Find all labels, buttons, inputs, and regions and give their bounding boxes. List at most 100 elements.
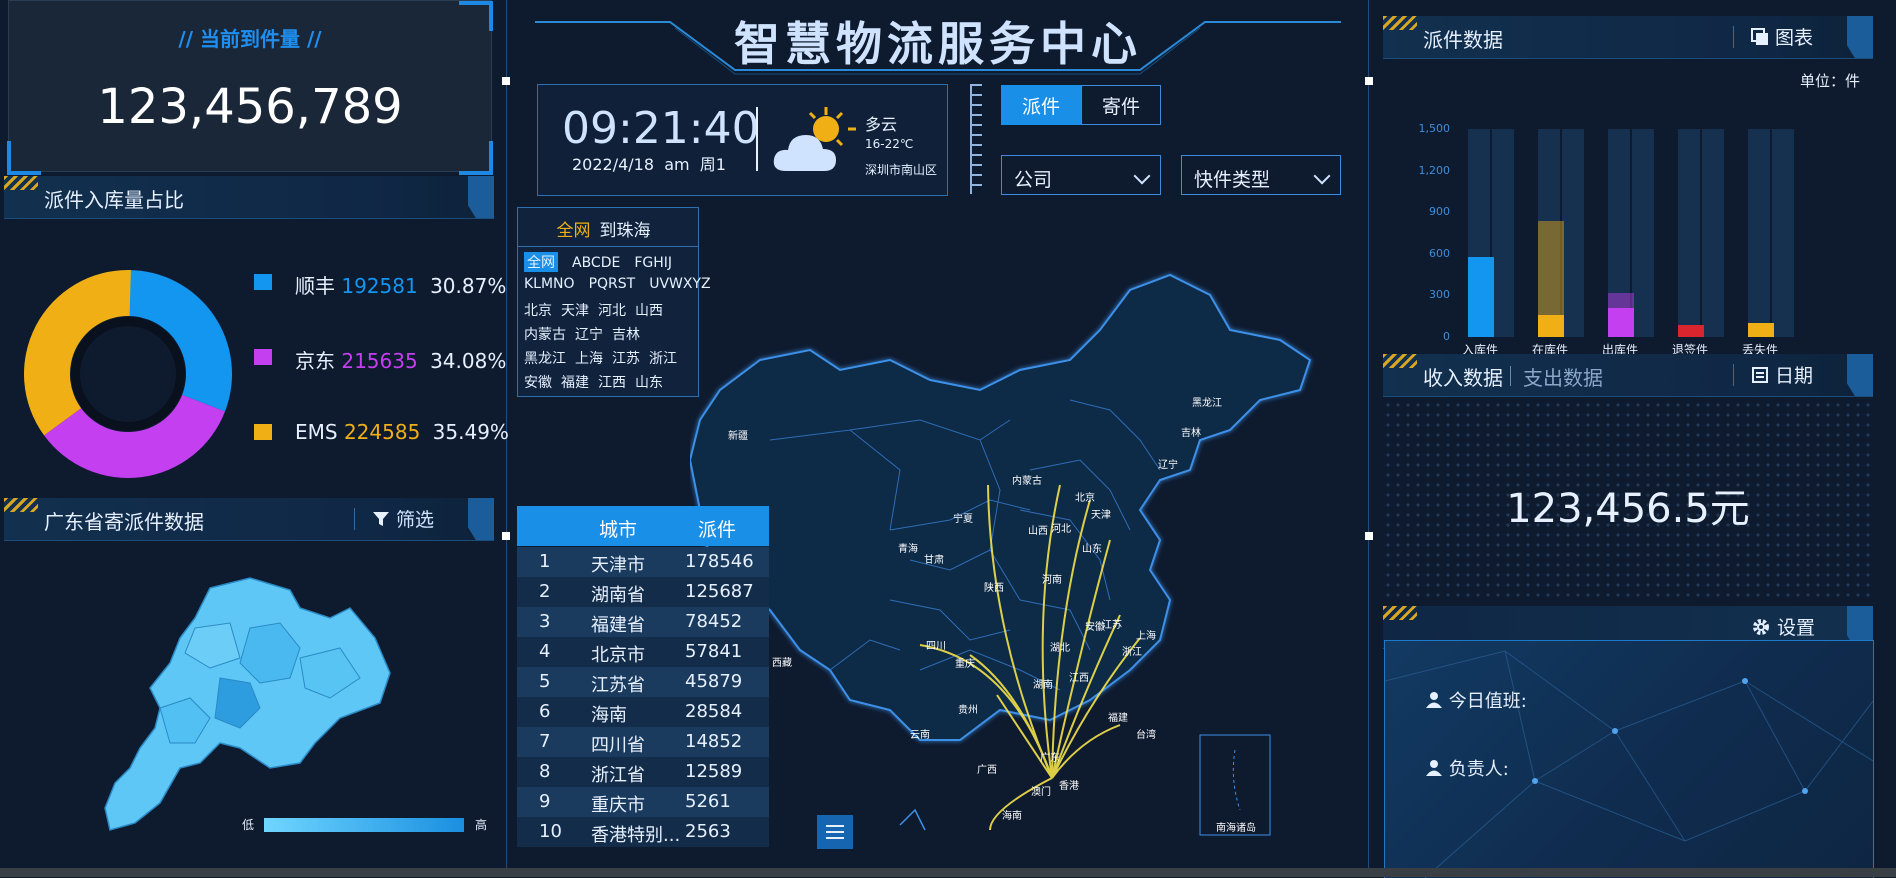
region-option[interactable]: 江西: [598, 372, 626, 392]
city-cell: 天津市: [591, 555, 645, 576]
share-donut-chart: [23, 270, 232, 478]
region-option[interactable]: 安徽: [524, 372, 552, 392]
settings-label: 设置: [1777, 617, 1816, 639]
region-option[interactable]: 上海: [575, 348, 603, 368]
y-tick-label: 600: [1429, 246, 1450, 260]
company-select[interactable]: 公司: [1001, 155, 1161, 195]
filter-label: 筛选: [396, 509, 435, 531]
city-cell: 湖南省: [591, 585, 645, 606]
region-option[interactable]: 福建: [561, 372, 589, 392]
bottom-strip: [0, 868, 1896, 877]
region-option[interactable]: 山西: [635, 300, 663, 320]
region-option[interactable]: PQRST: [589, 276, 636, 292]
china-map: [690, 273, 1312, 836]
region-option[interactable]: 河北: [598, 300, 626, 320]
table-row[interactable]: 4 北京市 57841: [517, 637, 769, 667]
region-option[interactable]: 吉林: [612, 324, 640, 344]
table-row[interactable]: 10 香港特别... 2563: [517, 817, 769, 847]
resize-handle[interactable]: [502, 532, 510, 540]
legend-count: 192581: [341, 274, 418, 298]
table-row[interactable]: 3 福建省 78452: [517, 607, 769, 637]
tab-expense[interactable]: 支出数据: [1523, 362, 1603, 391]
arrivals-value: 123,456,789: [97, 79, 403, 135]
table-row[interactable]: 2 湖南省 125687: [517, 577, 769, 607]
region-picker: 全网 到珠海 全网 ABCDE FGHIJ KLMNO PQRST UVWXYZ 北京 天津 河北…: [517, 207, 711, 397]
settings-button[interactable]: 设置: [1751, 613, 1815, 640]
region-option[interactable]: 内蒙古: [524, 324, 566, 344]
table-row[interactable]: 6 海南 28584: [517, 697, 769, 727]
today-duty-row: 今日值班:: [1425, 687, 1527, 713]
tab-send[interactable]: 寄件: [1081, 85, 1161, 125]
unit-label: 单位：件: [1800, 72, 1861, 90]
map-label: 重庆: [955, 659, 975, 670]
header-stripe: [4, 498, 38, 512]
header-tab-decoration: [1847, 16, 1873, 58]
region-picker-title-prefix: 全网: [556, 221, 591, 241]
rank-cell: 10: [539, 821, 562, 842]
count-cell: 45879: [685, 671, 743, 692]
dispatch-panel-header: 派件数据 图表: [1383, 16, 1873, 59]
region-option[interactable]: ABCDE: [572, 255, 620, 271]
region-option[interactable]: 天津: [561, 300, 589, 320]
region-picker-title: 全网 到珠海: [518, 216, 698, 241]
region-row: 内蒙古 辽宁 吉林: [524, 324, 649, 344]
table-row[interactable]: 7 四川省 14852: [517, 727, 769, 757]
table-row[interactable]: 8 浙江省 12589: [517, 757, 769, 787]
calendar-icon: [1752, 367, 1768, 383]
resize-handle[interactable]: [1365, 532, 1373, 540]
region-option[interactable]: 北京: [524, 300, 552, 320]
region-option[interactable]: 黑龙江: [524, 348, 566, 368]
count-cell: 14852: [685, 731, 743, 752]
region-option[interactable]: 江苏: [612, 348, 640, 368]
map-label: 澳门: [1031, 787, 1051, 798]
city-cell: 福建省: [591, 615, 645, 636]
region-option[interactable]: 辽宁: [575, 324, 603, 344]
table-row[interactable]: 5 江苏省 45879: [517, 667, 769, 697]
region-option[interactable]: 全网: [524, 252, 558, 272]
header-separator: [1733, 26, 1734, 48]
map-label: 青海: [898, 544, 918, 555]
map-label: 湖北: [1050, 643, 1070, 654]
city-cell: 北京市: [591, 645, 645, 666]
weather-temp: 16-22℃: [865, 137, 914, 151]
menu-button[interactable]: [817, 815, 853, 849]
map-label: 湖南: [1033, 680, 1053, 691]
resize-handle[interactable]: [502, 77, 510, 85]
date-button[interactable]: 日期: [1751, 361, 1813, 388]
ruler-decoration: [970, 84, 984, 194]
region-row: 安徽 福建 江西 山东: [524, 372, 672, 392]
chevron-down-icon: [1133, 167, 1151, 185]
weather-location: 深圳市南山区: [865, 163, 938, 177]
legend-name: 京东: [295, 349, 335, 373]
chart-view-button[interactable]: 图表: [1751, 23, 1813, 50]
region-option[interactable]: KLMNO: [524, 276, 575, 292]
city-cell: 四川省: [591, 735, 645, 756]
tab-dispatch[interactable]: 派件: [1001, 85, 1081, 125]
resize-handle[interactable]: [1365, 77, 1373, 85]
region-option[interactable]: 山东: [635, 372, 663, 392]
filter-button[interactable]: 筛选: [372, 505, 434, 532]
table-row[interactable]: 1 天津市 178546: [517, 547, 769, 577]
rank-cell: 8: [539, 761, 551, 782]
city-cell: 香港特别...: [591, 825, 681, 846]
region-option[interactable]: FGHIJ: [634, 255, 672, 271]
clock-separator: [756, 107, 758, 171]
type-select[interactable]: 快件类型: [1181, 155, 1341, 195]
region-option[interactable]: UVWXYZ: [649, 276, 710, 292]
bar-background: [1772, 129, 1794, 337]
count-cell: 12589: [685, 761, 743, 782]
table-row[interactable]: 9 重庆市 5261: [517, 787, 769, 817]
clock-weather-box: 09:21:40 2022/4/18 am 周1 多云 16-22℃ 深圳市南山…: [537, 84, 948, 196]
rank-cell: 5: [539, 671, 551, 692]
count-cell: 125687: [685, 581, 754, 602]
map-label: 甘肃: [924, 555, 944, 566]
header-stripe: [1383, 16, 1417, 30]
header-separator: [1733, 364, 1734, 386]
guangdong-map: [104, 577, 391, 831]
arrivals-card: // 当前到件量 // 123,456,789: [7, 0, 493, 175]
map-label: 江西: [1069, 673, 1089, 684]
tab-income[interactable]: 收入数据: [1423, 362, 1503, 391]
bar-background: [1678, 129, 1700, 337]
rank-cell: 3: [539, 611, 551, 632]
region-option[interactable]: 浙江: [649, 348, 677, 368]
